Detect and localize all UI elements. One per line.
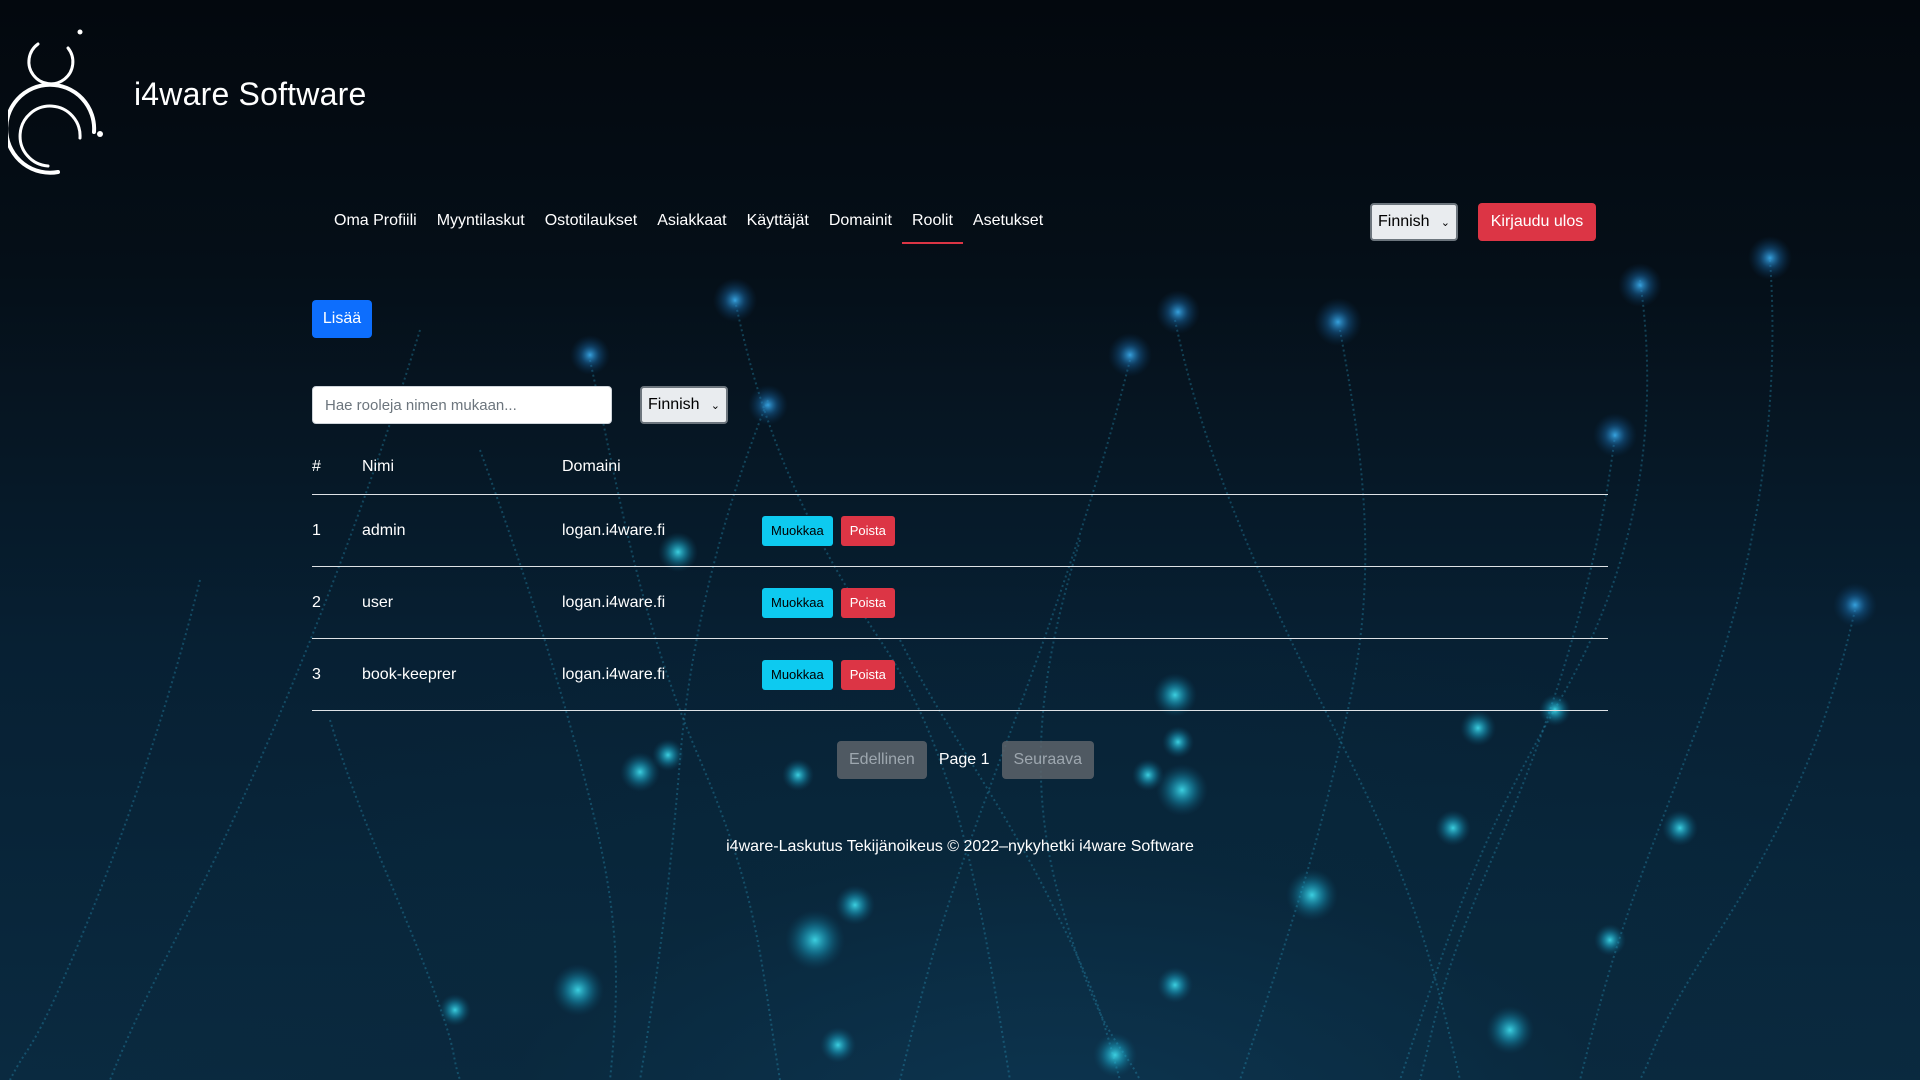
edit-button[interactable]: Muokkaa (762, 587, 833, 618)
i4ware-logo-icon (8, 29, 103, 175)
pagination: Edellinen Page 1 Seuraava (837, 741, 1095, 779)
role-search-input[interactable] (312, 386, 612, 424)
nav-item-myyntilaskut[interactable]: Myyntilaskut (427, 204, 535, 244)
row-name: user (362, 593, 394, 611)
add-role-button[interactable]: Lisää (312, 300, 372, 338)
row-actions: Muokkaa Poista (762, 587, 895, 618)
nav-item-ostotilaukset[interactable]: Ostotilaukset (535, 204, 647, 244)
header-language-value: Finnish (1378, 213, 1430, 230)
row-num: 2 (312, 593, 321, 611)
table-header: # Nimi Domaini (312, 440, 1608, 495)
chevron-down-icon: ⌄ (710, 399, 720, 412)
row-num: 1 (312, 521, 321, 539)
delete-button[interactable]: Poista (840, 515, 895, 546)
edit-button[interactable]: Muokkaa (762, 659, 833, 690)
table-language-value: Finnish (648, 396, 700, 413)
row-name: book-keeprer (362, 665, 457, 683)
table-language-select[interactable]: Finnish ⌄ (640, 386, 728, 424)
row-domain: logan.i4ware.fi (562, 665, 666, 683)
nav-item-asiakkaat[interactable]: Asiakkaat (647, 204, 736, 244)
next-page-button[interactable]: Seuraava (1001, 741, 1095, 779)
header-domain: Domaini (562, 458, 621, 475)
row-domain: logan.i4ware.fi (562, 521, 666, 539)
delete-button[interactable]: Poista (840, 659, 895, 690)
nav-item-oma-profiili[interactable]: Oma Profiili (324, 204, 427, 244)
header-name: Nimi (362, 458, 394, 475)
header-num: # (312, 458, 321, 475)
nav-item-asetukset[interactable]: Asetukset (963, 204, 1053, 244)
logout-button[interactable]: Kirjaudu ulos (1478, 203, 1596, 241)
edit-button[interactable]: Muokkaa (762, 515, 833, 546)
row-actions: Muokkaa Poista (762, 515, 895, 546)
page-indicator: Page 1 (938, 751, 990, 768)
row-domain: logan.i4ware.fi (562, 593, 666, 611)
table-row: 1 admin logan.i4ware.fi Muokkaa Poista (312, 495, 1608, 567)
row-num: 3 (312, 665, 321, 683)
brand-name: i4ware Software (134, 76, 367, 112)
nav-item-domainit[interactable]: Domainit (819, 204, 902, 244)
footer-copyright: i4ware-Laskutus Tekijänoikeus © 2022–nyk… (726, 838, 1194, 855)
nav-item-roolit[interactable]: Roolit (901, 204, 963, 244)
row-actions: Muokkaa Poista (762, 659, 895, 690)
chevron-down-icon: ⌄ (1440, 216, 1450, 229)
previous-page-button[interactable]: Edellinen (837, 741, 927, 779)
roles-table: # Nimi Domaini 1 admin logan.i4ware.fi M… (312, 440, 1608, 711)
header-language-select[interactable]: Finnish ⌄ (1370, 203, 1458, 241)
nav-item-kayttajat[interactable]: Käyttäjät (737, 204, 819, 244)
main-nav: Oma Profiili Myyntilaskut Ostotilaukset … (324, 204, 1053, 244)
table-row: 2 user logan.i4ware.fi Muokkaa Poista (312, 567, 1608, 639)
row-name: admin (362, 521, 406, 539)
delete-button[interactable]: Poista (840, 587, 895, 618)
table-row: 3 book-keeprer logan.i4ware.fi Muokkaa P… (312, 639, 1608, 711)
